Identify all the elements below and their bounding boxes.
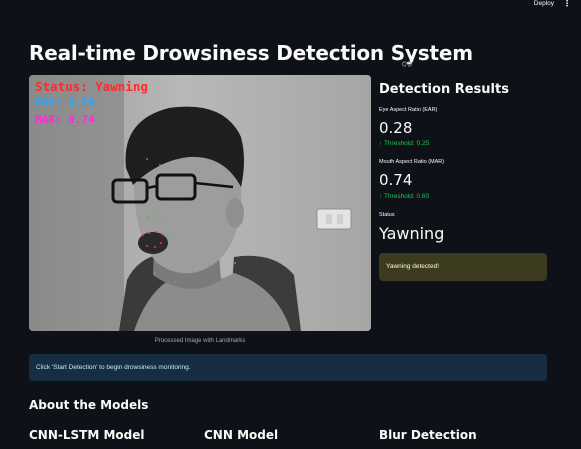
overlay-ear: EAR: 0.28 xyxy=(35,96,95,109)
mar-metric-delta: ↑ Threshold: 0.60 xyxy=(379,193,429,200)
detection-results-title: Detection Results xyxy=(379,82,509,97)
ear-metric-delta: ↑ Threshold: 0.25 xyxy=(379,140,429,147)
arrow-up-icon: ↑ xyxy=(379,140,383,147)
image-caption: Processed Image with Landmarks xyxy=(154,338,246,344)
mar-threshold: Threshold: 0.60 xyxy=(383,193,430,200)
mar-metric-value: 0.74 xyxy=(379,171,413,189)
deploy-button[interactable]: Deploy xyxy=(534,0,554,7)
cnn-lstm-heading: CNN-LSTM Model xyxy=(29,428,145,442)
about-models-heading: About the Models xyxy=(29,398,149,412)
kebab-icon[interactable]: ⋮ xyxy=(563,0,571,8)
cnn-heading: CNN Model xyxy=(204,428,279,442)
mar-metric-label: Mouth Aspect Ratio (MAR) xyxy=(379,159,445,165)
status-metric-value: Yawning xyxy=(379,224,445,243)
arrow-up-icon: ↑ xyxy=(379,193,383,200)
processed-image: Status: Yawning EAR: 0.28 MAR: 0.74 xyxy=(29,75,371,331)
info-message: Click 'Start Detection' to begin drowsin… xyxy=(29,354,547,381)
yawning-alert: Yawning detected! xyxy=(379,253,547,281)
overlay-mar: MAR: 0.74 xyxy=(35,113,95,126)
ear-threshold: Threshold: 0.25 xyxy=(383,140,430,147)
blur-detection-heading: Blur Detection xyxy=(379,428,477,442)
ear-metric-value: 0.28 xyxy=(379,119,413,137)
status-metric-label: Status xyxy=(379,212,395,218)
ear-metric-label: Eye Aspect Ratio (EAR) xyxy=(379,107,438,113)
top-bar: Deploy ⋮ xyxy=(0,0,581,14)
overlay-status: Status: Yawning xyxy=(35,79,148,94)
link-icon[interactable] xyxy=(402,52,412,67)
